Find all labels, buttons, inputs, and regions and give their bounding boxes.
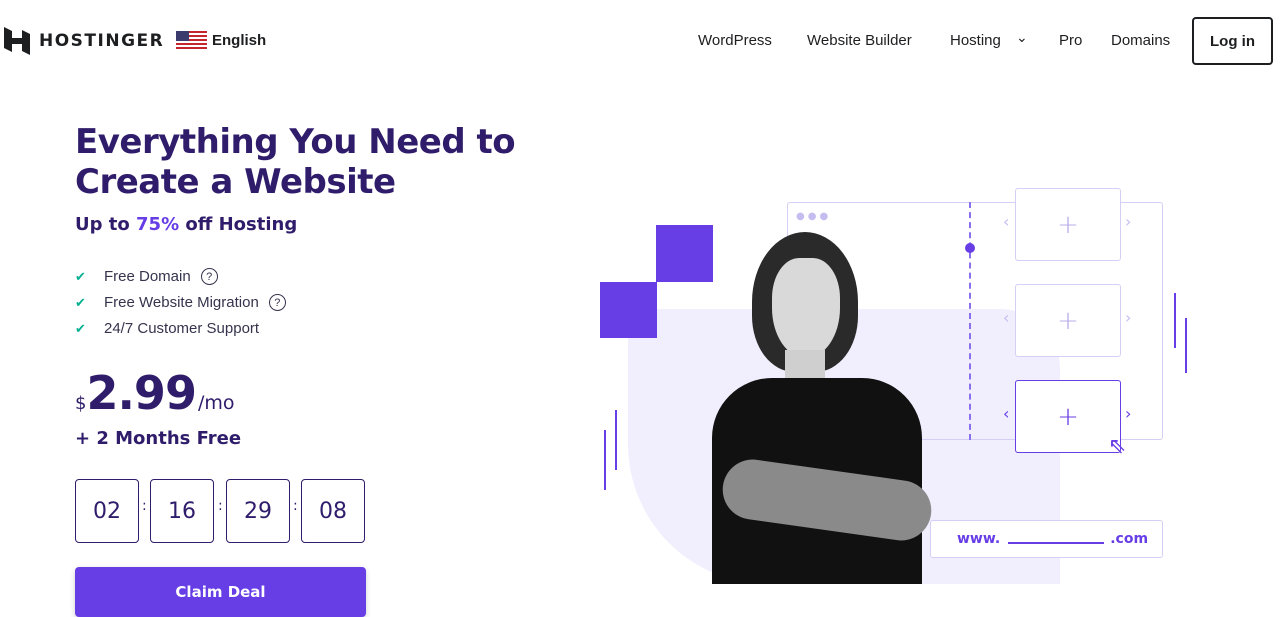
nav-wordpress[interactable]: WordPress [698, 32, 772, 49]
check-icon: ✔ [75, 320, 86, 336]
feature-item: ✔ 24/7 Customer Support [75, 320, 260, 337]
chevron-down-icon[interactable]: ⌄ [1016, 30, 1028, 46]
bonus-text: + 2 Months Free [75, 428, 242, 449]
help-icon[interactable]: ? [268, 294, 286, 311]
domain-bar: www. .com [930, 520, 1163, 558]
page-title: Everything You Need to Create a Website [75, 122, 516, 202]
nav-domains[interactable]: Domains [1111, 32, 1170, 49]
separator: : [218, 498, 223, 514]
nav-website-builder[interactable]: Website Builder [807, 32, 912, 49]
countdown-seconds: 08 [301, 479, 365, 543]
countdown-days: 02 [75, 479, 139, 543]
check-icon: ✔ [75, 268, 86, 284]
claim-deal-button[interactable]: Claim Deal [75, 567, 366, 617]
login-button[interactable]: Log in [1192, 17, 1273, 65]
countdown-minutes: 29 [226, 479, 290, 543]
check-icon: ✔ [75, 294, 86, 310]
nav-hosting[interactable]: Hosting [950, 32, 1001, 49]
help-icon[interactable]: ? [200, 268, 218, 285]
separator: : [142, 498, 147, 514]
language-selector[interactable]: English [176, 31, 266, 50]
feature-item: ✔ Free Website Migration? [75, 294, 286, 311]
cursor-icon: ⇖ [1108, 434, 1127, 459]
feature-item: ✔ Free Domain? [75, 268, 218, 285]
hostinger-logo-icon [4, 27, 30, 55]
logo[interactable]: HOSTINGER [4, 27, 164, 55]
language-label: English [212, 32, 267, 49]
separator: : [293, 498, 298, 514]
price: $ 2.99 /mo [75, 366, 235, 420]
countdown-hours: 16 [150, 479, 214, 543]
us-flag-icon [176, 31, 207, 50]
subtitle: Up to 75% off Hosting [75, 214, 298, 235]
nav-pro[interactable]: Pro [1059, 32, 1082, 49]
logo-text: HOSTINGER [39, 31, 165, 51]
